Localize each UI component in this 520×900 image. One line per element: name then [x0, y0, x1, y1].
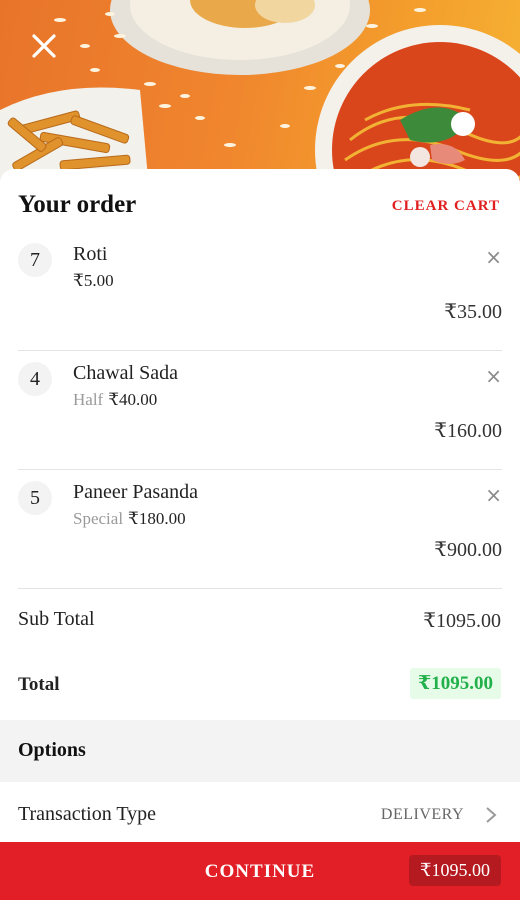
order-header: Your order CLEAR CART: [18, 191, 500, 225]
chevron-right-icon: [486, 807, 497, 823]
continue-button[interactable]: CONTINUE ₹1095.00: [0, 842, 520, 900]
options-section-header: Options: [0, 720, 520, 782]
order-sheet: Your order CLEAR CART 7 Roti ₹5.00 × ₹35…: [0, 169, 520, 900]
item-quantity: 7: [18, 243, 52, 277]
footer-amount: ₹1095.00: [409, 855, 501, 886]
item-unit-price: ₹5.00: [73, 271, 114, 291]
total-label: Total: [18, 674, 60, 695]
subtotal-value: ₹1095.00: [423, 610, 501, 632]
item-name: Roti: [73, 243, 108, 265]
item-unit-price: Half ₹40.00: [73, 390, 157, 410]
remove-item-icon[interactable]: ×: [485, 364, 502, 388]
cart-item: 7 Roti ₹5.00 × ₹35.00: [18, 231, 502, 351]
remove-item-icon[interactable]: ×: [485, 483, 502, 507]
transaction-type-value: DELIVERY: [380, 806, 464, 823]
transaction-type-label: Transaction Type: [18, 803, 157, 825]
item-unit-price: Special ₹180.00: [73, 509, 186, 529]
item-quantity: 4: [18, 362, 52, 396]
item-total: ₹35.00: [444, 301, 502, 323]
clear-cart-button[interactable]: CLEAR CART: [392, 198, 500, 215]
total-row: Total ₹1095.00: [18, 668, 501, 708]
item-total: ₹900.00: [434, 539, 502, 561]
options-heading: Options: [18, 739, 86, 761]
close-icon: [32, 34, 56, 58]
cart-item: 4 Chawal Sada Half ₹40.00 × ₹160.00: [18, 350, 502, 470]
item-total: ₹160.00: [434, 420, 502, 442]
item-variant: Special: [73, 509, 124, 528]
page-title: Your order: [18, 191, 137, 218]
item-unit-price-value: ₹40.00: [108, 390, 158, 409]
item-unit-price-value: ₹5.00: [73, 271, 114, 290]
item-name: Chawal Sada: [73, 362, 178, 384]
subtotal-row: Sub Total ₹1095.00: [18, 602, 501, 642]
item-variant: Half: [73, 390, 104, 409]
close-button[interactable]: [22, 24, 66, 68]
remove-item-icon[interactable]: ×: [485, 245, 502, 269]
item-name: Paneer Pasanda: [73, 481, 198, 503]
cart-item: 5 Paneer Pasanda Special ₹180.00 × ₹900.0…: [18, 469, 502, 589]
total-value: ₹1095.00: [410, 668, 501, 699]
transaction-type-row[interactable]: Transaction Type DELIVERY: [0, 782, 520, 842]
item-quantity: 5: [18, 481, 52, 515]
item-unit-price-value: ₹180.00: [128, 509, 186, 528]
subtotal-label: Sub Total: [18, 608, 95, 630]
